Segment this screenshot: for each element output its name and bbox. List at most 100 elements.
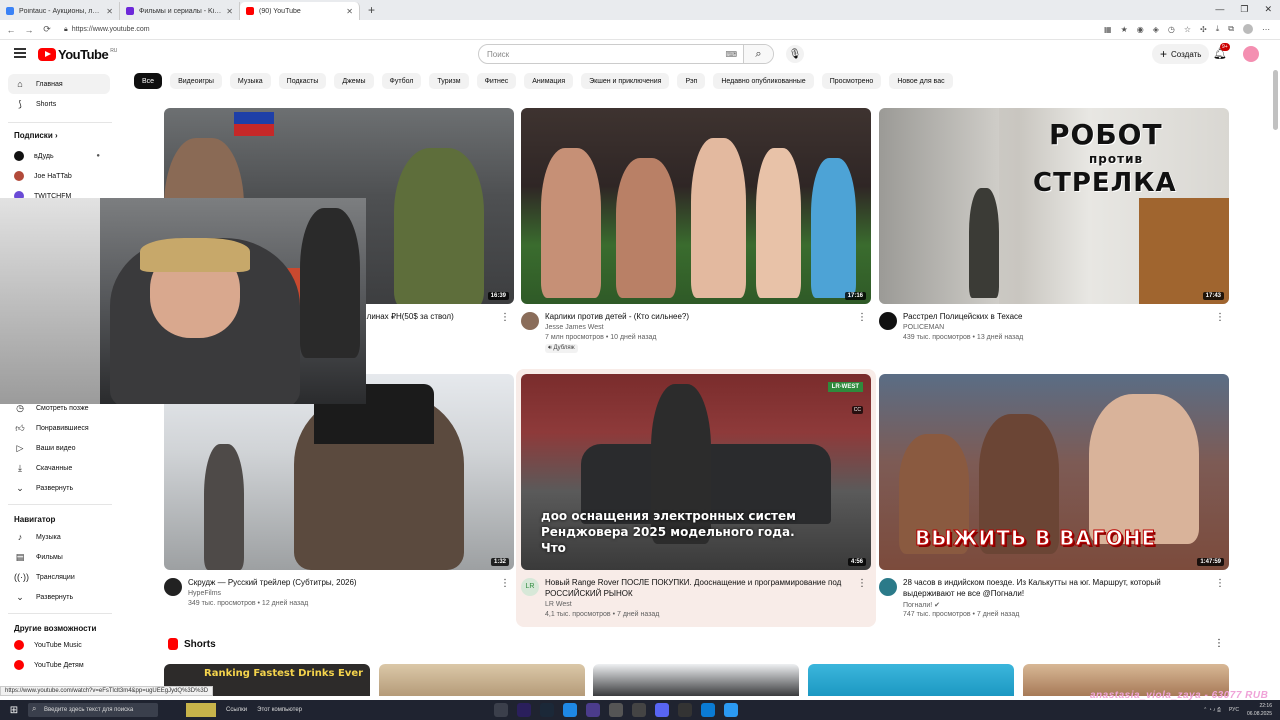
video-card-hovered[interactable]: LR-WEST CC доо оснащения электронных сис… bbox=[516, 369, 876, 627]
keyboard-icon[interactable]: ⌨ bbox=[719, 50, 743, 59]
close-tab-icon[interactable]: ✕ bbox=[106, 7, 113, 16]
video-card[interactable]: 1:32 Скрудж — Русский трейлер (Субтитры,… bbox=[164, 374, 514, 630]
video-thumbnail[interactable]: РОБОТ против СТРЕЛКА 17:43 bbox=[879, 108, 1229, 304]
taskbar-search-input[interactable]: Введите здесь текст для поиска bbox=[28, 703, 158, 717]
new-tab-button[interactable]: + bbox=[360, 3, 383, 17]
vpn-icon[interactable] bbox=[586, 703, 600, 717]
sidebar-item-expand[interactable]: ⌄ Развернуть bbox=[8, 587, 110, 607]
discord-icon[interactable] bbox=[655, 703, 669, 717]
premiere-icon[interactable] bbox=[517, 703, 531, 717]
reload-icon[interactable]: ⟳ bbox=[40, 24, 54, 35]
sidebar-item-films[interactable]: ▤ Фильмы bbox=[8, 547, 110, 567]
back-icon[interactable]: ← bbox=[4, 25, 18, 35]
history-icon[interactable]: ◷ bbox=[1168, 25, 1175, 34]
close-window-button[interactable]: ✕ bbox=[1264, 4, 1272, 15]
url-field[interactable]: 🔒︎ https://www.youtube.com bbox=[64, 26, 150, 34]
channel-name[interactable]: Погнали! ✔ bbox=[903, 601, 940, 609]
chip-all[interactable]: Все bbox=[134, 73, 163, 89]
chip[interactable]: Просмотрено bbox=[821, 73, 882, 89]
menu-icon[interactable] bbox=[14, 48, 26, 58]
more-vert-icon[interactable]: ⋮ bbox=[1214, 638, 1224, 649]
obs-icon[interactable] bbox=[678, 703, 692, 717]
chip[interactable]: Новое для вас bbox=[889, 73, 953, 89]
close-tab-icon[interactable]: ✕ bbox=[346, 7, 353, 16]
more-vert-icon[interactable]: ⋮ bbox=[500, 578, 510, 589]
voice-search-button[interactable]: 🎙︎ bbox=[786, 45, 804, 63]
search-input[interactable]: Поиск bbox=[479, 50, 719, 59]
channel-name[interactable]: LR West bbox=[545, 601, 572, 608]
chip[interactable]: Анимация bbox=[524, 73, 574, 89]
taskbar-widget-icon[interactable] bbox=[186, 703, 216, 717]
telegram-icon[interactable] bbox=[724, 703, 738, 717]
chip[interactable]: Фитнес bbox=[476, 73, 517, 89]
notifications-button[interactable]: 🔔︎ 9+ bbox=[1213, 43, 1230, 60]
chip[interactable]: Рэп bbox=[677, 73, 706, 89]
sidebar-item-live[interactable]: ((·)) Трансляции bbox=[8, 567, 110, 587]
chip[interactable]: Футбол bbox=[381, 73, 422, 89]
short-card[interactable] bbox=[808, 664, 1014, 696]
sidebar-item-shorts[interactable]: ⟆ Shorts bbox=[8, 94, 110, 114]
sidebar-item-youtube-music[interactable]: YouTube Music bbox=[8, 635, 110, 655]
sidebar-item-expand[interactable]: ⌄ Развернуть bbox=[8, 478, 110, 498]
channel-avatar[interactable] bbox=[164, 578, 182, 596]
chip[interactable]: Экшен и приключения bbox=[581, 73, 670, 89]
search-button[interactable]: ⌕ bbox=[743, 45, 773, 63]
video-title[interactable]: Расстрел Полицейских в Техасе bbox=[903, 311, 1213, 322]
chat-app-icon[interactable] bbox=[563, 703, 577, 717]
sidebar-item-subscription[interactable]: Joe HaTTab bbox=[8, 166, 110, 186]
minimize-button[interactable]: — bbox=[1215, 4, 1224, 15]
account-avatar[interactable] bbox=[1243, 46, 1259, 62]
channel-name[interactable]: POLICEMAN bbox=[903, 324, 944, 331]
close-tab-icon[interactable]: ✕ bbox=[226, 7, 233, 16]
chip[interactable]: Подкасты bbox=[278, 73, 327, 89]
short-card[interactable] bbox=[379, 664, 585, 696]
more-vert-icon[interactable]: ⋮ bbox=[857, 578, 867, 589]
chip[interactable]: Музыка bbox=[229, 73, 271, 89]
search-box[interactable]: Поиск ⌨ ⌕ bbox=[478, 44, 774, 64]
video-thumbnail[interactable]: 17:16 bbox=[521, 108, 871, 304]
channel-name[interactable]: Jesse James West bbox=[545, 324, 604, 331]
video-thumbnail[interactable]: ВЫЖИТЬ В ВАГОНЕ 1:47:59 bbox=[879, 374, 1229, 570]
video-title[interactable]: Новый Range Rover ПОСЛЕ ПОКУПКИ. Дооснащ… bbox=[545, 577, 855, 599]
windows-start-icon[interactable]: ⊞ bbox=[0, 705, 28, 716]
puzzle-icon[interactable]: ✣ bbox=[1200, 25, 1207, 34]
input-language[interactable]: РУС bbox=[1229, 706, 1239, 714]
profile-avatar[interactable] bbox=[1243, 24, 1253, 34]
create-button[interactable]: + Создать bbox=[1152, 44, 1210, 64]
extension-icon[interactable]: ◉ bbox=[1137, 25, 1144, 34]
short-card[interactable] bbox=[593, 664, 799, 696]
more-icon[interactable]: ⋯ bbox=[1262, 25, 1270, 34]
download-icon[interactable]: ⤓ bbox=[1216, 24, 1220, 34]
taskbar-links[interactable]: Ссылки bbox=[226, 707, 247, 713]
sidebar-item-home[interactable]: ⌂ Главная bbox=[8, 74, 110, 94]
sidebar-item-subscription[interactable]: вДудь ● bbox=[8, 146, 110, 166]
chip[interactable]: Джемы bbox=[334, 73, 374, 89]
video-card[interactable]: 17:16 Карлики против детей - (Кто сильне… bbox=[521, 108, 871, 364]
browser-tab[interactable]: Pointauc - Аукционы, лотереи и ... ✕ bbox=[0, 2, 120, 20]
sidebar-item-liked[interactable]: 👍︎ Понравившиеся bbox=[8, 418, 110, 438]
app-icon[interactable] bbox=[632, 703, 646, 717]
chip[interactable]: Видеоигры bbox=[170, 73, 222, 89]
video-thumbnail[interactable]: LR-WEST CC доо оснащения электронных сис… bbox=[521, 374, 871, 570]
sidebar-item-your-videos[interactable]: ▷ Ваши видео bbox=[8, 438, 110, 458]
chip[interactable]: Недавно опубликованные bbox=[713, 73, 814, 89]
sidebar-item-youtube-kids[interactable]: YouTube Детям bbox=[8, 655, 110, 675]
more-vert-icon[interactable]: ⋮ bbox=[1215, 578, 1225, 589]
video-card[interactable]: РОБОТ против СТРЕЛКА 17:43 Расстрел Поли… bbox=[879, 108, 1229, 364]
settings-icon[interactable] bbox=[609, 703, 623, 717]
maximize-button[interactable]: ❐ bbox=[1240, 4, 1248, 15]
more-vert-icon[interactable]: ⋮ bbox=[1215, 312, 1225, 323]
more-vert-icon[interactable]: ⋮ bbox=[500, 312, 510, 323]
task-view-icon[interactable] bbox=[494, 703, 508, 717]
edge-icon[interactable] bbox=[701, 703, 715, 717]
video-card[interactable]: ВЫЖИТЬ В ВАГОНЕ 1:47:59 28 часов в индий… bbox=[879, 374, 1229, 630]
youtube-logo[interactable]: YouTube RU bbox=[38, 47, 117, 62]
steam-icon[interactable] bbox=[540, 703, 554, 717]
channel-name[interactable]: HypeFilms bbox=[188, 590, 221, 597]
sidebar-item-downloads[interactable]: ⤓ Скачанные bbox=[8, 458, 110, 478]
clock[interactable]: 22:16 06.08.2025 bbox=[1247, 702, 1272, 718]
bookmark-star-icon[interactable]: ★ bbox=[1121, 25, 1128, 34]
favorites-icon[interactable]: ☆ bbox=[1184, 25, 1191, 34]
video-title[interactable]: Скрудж — Русский трейлер (Субтитры, 2026… bbox=[188, 577, 498, 588]
subscriptions-heading[interactable]: Подписки › bbox=[14, 131, 58, 140]
